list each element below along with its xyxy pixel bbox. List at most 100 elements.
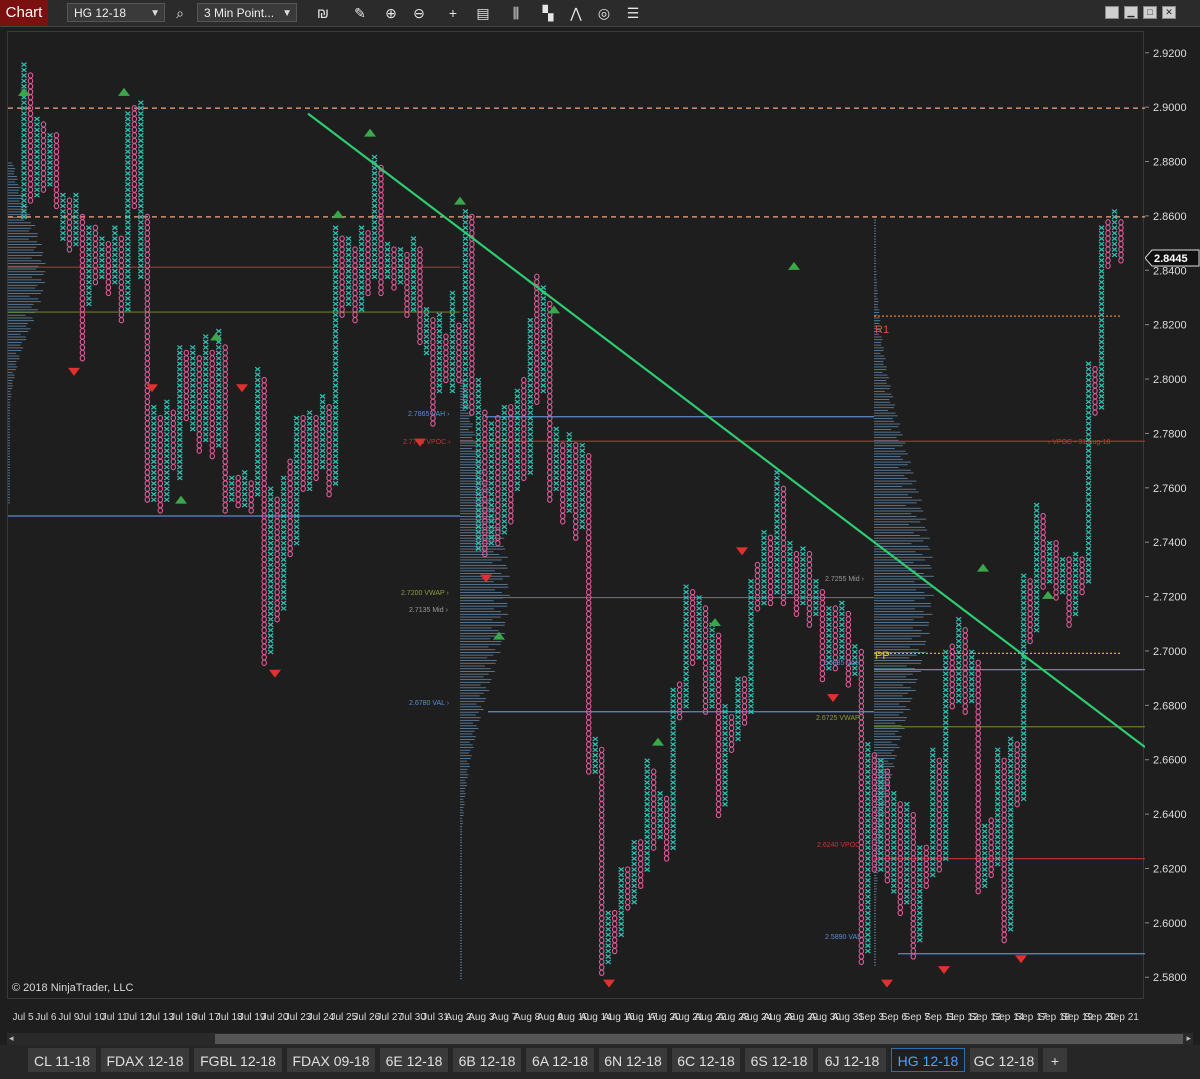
o-box — [144, 246, 151, 253]
x-box — [449, 290, 456, 296]
o-box — [975, 686, 981, 694]
o-box — [521, 382, 527, 389]
sell-signal-arrow — [269, 669, 281, 678]
o-column — [676, 681, 683, 721]
instrument-tab[interactable]: 6J 12-18 — [818, 1048, 886, 1072]
x-box — [1098, 290, 1105, 296]
o-box — [585, 681, 592, 688]
o-box — [884, 817, 891, 824]
o-box — [144, 463, 151, 471]
x-column — [319, 393, 326, 470]
o-box — [897, 844, 904, 851]
x-box — [942, 763, 949, 769]
instrument-tab[interactable]: FGBL 12-18 — [194, 1048, 282, 1072]
x-box — [462, 296, 469, 301]
x-box — [137, 170, 144, 176]
horizontal-scrollbar[interactable]: ◂ ▸ — [7, 1033, 1193, 1045]
o-box — [391, 251, 397, 259]
o-box — [261, 474, 267, 482]
instrument-tab[interactable]: FDAX 12-18 — [101, 1048, 189, 1072]
instrument-selector[interactable]: HG 12-18 ▼ — [67, 3, 165, 22]
volume-profile-bar — [874, 891, 877, 893]
volume-profile-bar — [874, 480, 917, 482]
x-column — [579, 442, 586, 530]
o-box — [780, 523, 787, 531]
time-axis[interactable]: Jul 5 Jul 6 Jul 9 Jul 10 Jul 11 Jul 12 Jul 13 J… — [7, 1005, 1144, 1027]
add-tab-button[interactable]: + — [1043, 1048, 1067, 1072]
minimize-icon[interactable]: ▁ — [1124, 6, 1138, 19]
price-axis[interactable]: 2.9200 2.9000 2.8800 2.8600 2.8400 2.8200 2.80… — [1144, 31, 1200, 999]
close-icon[interactable]: ✕ — [1162, 6, 1176, 19]
o-box — [144, 496, 151, 503]
x-box — [280, 589, 287, 595]
o-box — [936, 844, 942, 851]
o-box — [79, 322, 86, 329]
instrument-tab[interactable]: HG 12-18 — [891, 1048, 965, 1072]
o-box — [1053, 588, 1059, 596]
instrument-tab[interactable]: 6A 12-18 — [526, 1048, 594, 1072]
draw-pencil-icon[interactable]: ✎ — [350, 3, 370, 23]
drawing-tools-icon[interactable]: ⋀ — [566, 3, 586, 23]
x-box — [306, 410, 313, 416]
x-box — [112, 247, 118, 252]
scroll-thumb[interactable] — [215, 1034, 1183, 1044]
o-column — [157, 414, 164, 514]
x-box — [579, 480, 586, 486]
x-box — [618, 910, 625, 916]
strategies-icon[interactable]: ▚ — [538, 3, 558, 23]
x-box — [890, 818, 897, 824]
x-box — [501, 448, 508, 454]
x-box — [228, 491, 235, 497]
o-box — [456, 322, 462, 329]
refresh-icon[interactable]: ◎ — [594, 3, 614, 23]
x-box — [293, 529, 300, 535]
interval-selector[interactable]: 3 Min Point... ▼ — [197, 3, 297, 22]
o-box — [495, 453, 501, 460]
crosshair-icon[interactable]: + — [443, 3, 463, 23]
data-box-icon[interactable]: ▤ — [473, 3, 493, 23]
zoom-out-icon[interactable]: ⊖ — [409, 3, 429, 23]
o-box — [222, 501, 228, 509]
instrument-tab[interactable]: 6B 12-18 — [453, 1048, 521, 1072]
properties-icon[interactable]: ☰ — [623, 3, 643, 23]
x-box — [553, 448, 560, 454]
instrument-tab[interactable]: 6C 12-18 — [672, 1048, 740, 1072]
scroll-right-icon[interactable]: ▸ — [1186, 1033, 1191, 1044]
chart-panel[interactable] — [7, 31, 1146, 999]
volume-profile-bar — [874, 431, 901, 433]
instrument-tab[interactable]: 6N 12-18 — [599, 1048, 667, 1072]
chart-style-icon[interactable]: ⫼ — [506, 3, 526, 23]
volume-profile-bar — [460, 423, 474, 425]
instrument-tab[interactable]: FDAX 09-18 — [287, 1048, 375, 1072]
x-box — [215, 350, 222, 356]
volume-profile-bar — [460, 665, 485, 667]
o-box — [1040, 529, 1046, 536]
instrument-tab[interactable]: 6S 12-18 — [745, 1048, 813, 1072]
scroll-left-icon[interactable]: ◂ — [9, 1033, 14, 1044]
volume-profile-bar — [8, 322, 28, 324]
search-icon[interactable]: ⌕ — [170, 3, 190, 23]
instrument-tab[interactable]: CL 11-18 — [28, 1048, 96, 1072]
restore-icon[interactable] — [1105, 6, 1119, 19]
x-box — [345, 257, 352, 263]
indicators-icon[interactable]: ₪ — [313, 3, 333, 23]
o-box — [585, 703, 592, 710]
volume-profile-bar — [874, 899, 877, 901]
instrument-tab[interactable]: 6E 12-18 — [380, 1048, 448, 1072]
x-box — [319, 421, 326, 427]
x-box — [864, 796, 871, 802]
volume-profile-bar — [874, 608, 915, 610]
x-box — [942, 774, 949, 780]
volume-profile-bar — [8, 227, 32, 229]
volume-profile-bar — [874, 423, 901, 425]
interval-value: 3 Min Point... — [204, 6, 275, 20]
instrument-tab[interactable]: GC 12-18 — [970, 1048, 1038, 1072]
x-box — [1085, 540, 1092, 546]
o-box — [598, 811, 605, 819]
x-box — [839, 627, 845, 633]
maximize-icon[interactable]: □ — [1143, 6, 1157, 19]
x-column — [1020, 573, 1027, 802]
x-column — [397, 247, 404, 285]
o-box — [508, 474, 514, 482]
zoom-in-icon[interactable]: ⊕ — [381, 3, 401, 23]
